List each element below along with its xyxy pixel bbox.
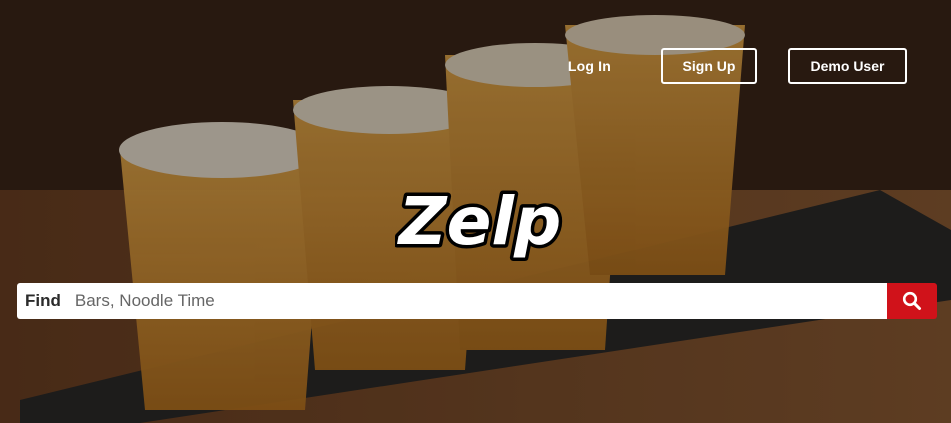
search-input[interactable] <box>74 291 887 311</box>
search-button[interactable] <box>887 283 937 319</box>
zelp-logo[interactable]: Zelp <box>393 172 565 272</box>
search-icon <box>902 291 921 310</box>
hero-background: Log In Sign Up Demo User Zelp Find <box>0 0 951 423</box>
login-link[interactable]: Log In <box>568 58 611 74</box>
demo-user-button[interactable]: Demo User <box>788 48 907 84</box>
logo-text: Zelp <box>397 183 562 260</box>
search-bar: Find <box>17 283 937 319</box>
top-nav: Log In Sign Up Demo User <box>568 46 907 86</box>
find-field[interactable]: Find <box>17 283 887 319</box>
signup-button[interactable]: Sign Up <box>661 48 757 84</box>
find-label: Find <box>25 291 61 310</box>
